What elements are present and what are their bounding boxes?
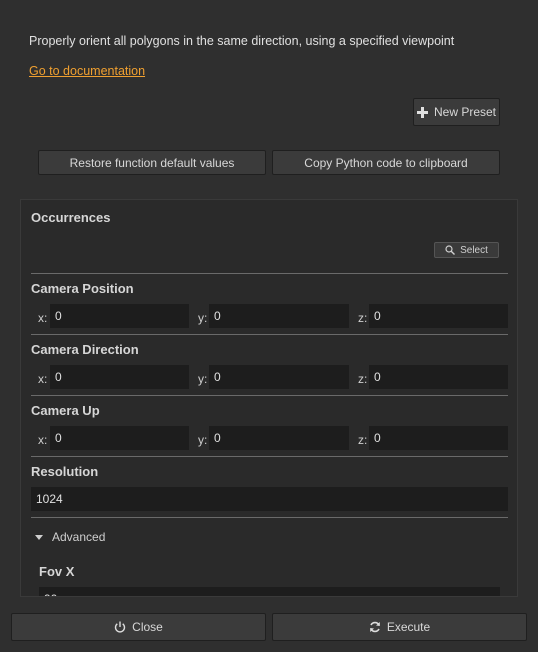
select-label: Select <box>460 244 488 256</box>
refresh-icon <box>369 621 381 633</box>
close-label: Close <box>132 620 163 634</box>
copy-python-label: Copy Python code to clipboard <box>304 155 468 170</box>
separator <box>31 456 508 457</box>
camera-direction-title: Camera Direction <box>31 342 139 357</box>
camera-direction-z-field[interactable]: 0 <box>369 365 508 389</box>
restore-defaults-label: Restore function default values <box>69 155 235 170</box>
select-button[interactable]: Select <box>434 242 499 258</box>
camera-direction-y-field[interactable]: 0 <box>209 365 349 389</box>
camera-direction-x-field[interactable]: 0 <box>50 365 189 389</box>
plus-icon <box>416 106 428 118</box>
camera-position-z-label: z: <box>358 311 368 325</box>
separator <box>31 517 508 518</box>
camera-position-z-field[interactable]: 0 <box>369 304 508 328</box>
close-button[interactable]: Close <box>11 613 266 641</box>
camera-direction-y-label: y: <box>198 372 208 386</box>
camera-up-x-label: x: <box>38 433 48 447</box>
restore-defaults-button[interactable]: Restore function default values <box>38 150 266 175</box>
search-icon <box>445 245 456 255</box>
execute-button[interactable]: Execute <box>272 613 527 641</box>
separator <box>31 273 508 274</box>
execute-label: Execute <box>386 620 431 634</box>
separator <box>31 334 508 335</box>
camera-up-title: Camera Up <box>31 403 100 418</box>
resolution-title: Resolution <box>31 464 99 479</box>
camera-position-title: Camera Position <box>31 281 134 296</box>
camera-position-y-label: y: <box>198 311 208 325</box>
camera-position-y-field[interactable]: 0 <box>209 304 349 328</box>
triangle-down-icon <box>35 534 43 540</box>
new-preset-button[interactable]: New Preset <box>413 98 500 126</box>
camera-up-z-field[interactable]: 0 <box>369 426 508 450</box>
documentation-link[interactable]: Go to documentation <box>29 64 145 78</box>
advanced-label: Advanced <box>52 530 106 544</box>
camera-direction-z-label: z: <box>358 372 368 386</box>
occurrences-title: Occurrences <box>31 210 111 225</box>
new-preset-label: New Preset <box>433 105 497 119</box>
power-icon <box>114 621 126 633</box>
camera-position-x-label: x: <box>38 311 48 325</box>
fov-x-field[interactable]: 90 <box>39 587 500 596</box>
resolution-field[interactable]: 1024 <box>31 487 508 511</box>
copy-python-button[interactable]: Copy Python code to clipboard <box>272 150 500 175</box>
separator <box>31 395 508 396</box>
camera-up-y-label: y: <box>198 433 208 447</box>
camera-up-y-field[interactable]: 0 <box>209 426 349 450</box>
fov-x-title: Fov X <box>39 564 75 579</box>
camera-direction-x-label: x: <box>38 372 48 386</box>
camera-up-x-field[interactable]: 0 <box>50 426 189 450</box>
advanced-toggle[interactable]: Advanced <box>35 530 105 544</box>
parameters-panel[interactable]: Occurrences Select Camera Position x: 0 … <box>20 199 518 597</box>
function-description: Properly orient all polygons in the same… <box>29 34 455 48</box>
camera-up-z-label: z: <box>358 433 368 447</box>
camera-position-x-field[interactable]: 0 <box>50 304 189 328</box>
